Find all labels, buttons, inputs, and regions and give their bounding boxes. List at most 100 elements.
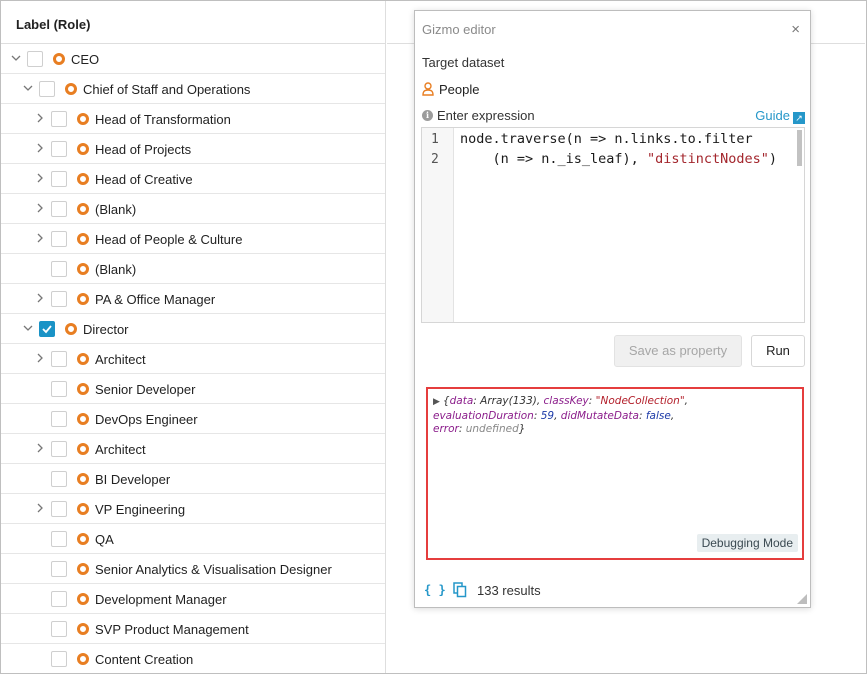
- chevron-right-icon[interactable]: [35, 443, 45, 453]
- chevron-right-icon[interactable]: [35, 353, 45, 363]
- debugging-mode-badge[interactable]: Debugging Mode: [696, 534, 798, 552]
- node-ring-icon: [77, 233, 89, 245]
- guide-link[interactable]: Guide ↗: [755, 108, 805, 124]
- code-line[interactable]: node.traverse(n => n.links.to.filter: [460, 131, 753, 147]
- tree-row[interactable]: Senior Analytics & Visualisation Designe…: [1, 554, 385, 584]
- node-ring-icon: [77, 503, 89, 515]
- row-checkbox[interactable]: [51, 351, 67, 367]
- row-checkbox[interactable]: [51, 441, 67, 457]
- chevron-down-icon[interactable]: [23, 323, 33, 333]
- tree-row-label: Senior Developer: [95, 382, 196, 397]
- tree-row[interactable]: (Blank): [1, 194, 385, 224]
- tree-row-label: SVP Product Management: [95, 622, 249, 637]
- tree-row[interactable]: Architect: [1, 434, 385, 464]
- row-checkbox[interactable]: [51, 171, 67, 187]
- expression-row: i Enter expression Guide ↗: [422, 107, 805, 125]
- close-icon[interactable]: ×: [791, 21, 800, 38]
- tree-row[interactable]: Development Manager: [1, 584, 385, 614]
- row-checkbox[interactable]: [51, 261, 67, 277]
- tree-row[interactable]: Head of Projects: [1, 134, 385, 164]
- tree-row[interactable]: (Blank): [1, 254, 385, 284]
- tree-row-label: Head of Projects: [95, 142, 192, 157]
- tree-row[interactable]: QA: [1, 524, 385, 554]
- node-ring-icon: [77, 143, 89, 155]
- chevron-right-icon[interactable]: [35, 173, 45, 183]
- tree-row[interactable]: SVP Product Management: [1, 614, 385, 644]
- tree-row[interactable]: Head of Transformation: [1, 104, 385, 134]
- tree-row-label: (Blank): [95, 202, 137, 217]
- row-checkbox[interactable]: [51, 231, 67, 247]
- enter-expression-label: Enter expression: [437, 108, 535, 123]
- chevron-right-icon[interactable]: [35, 143, 45, 153]
- row-checkbox[interactable]: [51, 381, 67, 397]
- tree-row[interactable]: Director: [1, 314, 385, 344]
- resize-handle[interactable]: [797, 594, 807, 604]
- chevron-right-icon[interactable]: [35, 113, 45, 123]
- row-checkbox[interactable]: [51, 141, 67, 157]
- row-checkbox[interactable]: [39, 81, 55, 97]
- row-checkbox[interactable]: [51, 561, 67, 577]
- tree-row[interactable]: VP Engineering: [1, 494, 385, 524]
- tree-row-label: Chief of Staff and Operations: [83, 82, 251, 97]
- console-result-object[interactable]: ▶ {data: Array(133), classKey: "NodeColle…: [433, 395, 795, 437]
- debug-console-output: ▶ {data: Array(133), classKey: "NodeColle…: [426, 387, 804, 560]
- node-ring-icon: [77, 563, 89, 575]
- tree-rows: CEO Chief of Staff and Operations Head of …: [1, 44, 385, 673]
- target-dataset-label: Target dataset: [422, 55, 505, 70]
- code-line[interactable]: (n => n._is_leaf), "distinctNodes"): [460, 151, 778, 167]
- row-checkbox[interactable]: [27, 51, 43, 67]
- node-ring-icon: [77, 203, 89, 215]
- tree-row-label: VP Engineering: [95, 502, 186, 517]
- chevron-right-icon[interactable]: [35, 293, 45, 303]
- row-checkbox[interactable]: [51, 411, 67, 427]
- node-ring-icon: [77, 173, 89, 185]
- dataset-name: People: [439, 82, 480, 97]
- column-header-label-role[interactable]: Label (Role): [1, 1, 385, 44]
- run-button[interactable]: Run: [751, 335, 805, 367]
- tree-row[interactable]: Head of People & Culture: [1, 224, 385, 254]
- chevron-right-icon[interactable]: [35, 503, 45, 513]
- tree-row-label: Head of People & Culture: [95, 232, 243, 247]
- tree-row[interactable]: Architect: [1, 344, 385, 374]
- line-number: 2: [431, 152, 439, 167]
- gizmo-editor-panel: Gizmo editor × Target dataset People i E…: [414, 10, 811, 608]
- tree-row[interactable]: Content Creation: [1, 644, 385, 673]
- row-checkbox[interactable]: [51, 471, 67, 487]
- tree-row[interactable]: Head of Creative: [1, 164, 385, 194]
- node-ring-icon: [77, 653, 89, 665]
- tree-row[interactable]: DevOps Engineer: [1, 404, 385, 434]
- node-ring-icon: [53, 53, 65, 65]
- node-ring-icon: [65, 83, 77, 95]
- row-checkbox[interactable]: [51, 621, 67, 637]
- tree-row[interactable]: Chief of Staff and Operations: [1, 74, 385, 104]
- tree-row[interactable]: Senior Developer: [1, 374, 385, 404]
- editor-scrollbar[interactable]: [797, 130, 802, 166]
- node-ring-icon: [77, 473, 89, 485]
- row-checkbox[interactable]: [51, 591, 67, 607]
- chevron-down-icon[interactable]: [11, 53, 21, 63]
- node-ring-icon: [65, 323, 77, 335]
- row-checkbox[interactable]: [39, 321, 55, 337]
- row-checkbox[interactable]: [51, 531, 67, 547]
- chevron-right-icon[interactable]: [35, 203, 45, 213]
- node-ring-icon: [77, 413, 89, 425]
- chevron-right-icon[interactable]: [35, 233, 45, 243]
- row-checkbox[interactable]: [51, 501, 67, 517]
- tree-row[interactable]: CEO: [1, 44, 385, 74]
- row-checkbox[interactable]: [51, 201, 67, 217]
- row-checkbox[interactable]: [51, 111, 67, 127]
- save-as-property-button[interactable]: Save as property: [614, 335, 742, 367]
- code-editor[interactable]: 1 2 node.traverse(n => n.links.to.filter…: [421, 127, 805, 323]
- tree-row-label: DevOps Engineer: [95, 412, 198, 427]
- tree-row[interactable]: BI Developer: [1, 464, 385, 494]
- row-checkbox[interactable]: [51, 651, 67, 667]
- code-braces-icon[interactable]: { }: [424, 583, 446, 597]
- tree-row-label: Architect: [95, 352, 146, 367]
- row-checkbox[interactable]: [51, 291, 67, 307]
- node-ring-icon: [77, 293, 89, 305]
- line-number: 1: [431, 132, 439, 147]
- tree-row[interactable]: PA & Office Manager: [1, 284, 385, 314]
- info-icon: i: [422, 110, 433, 121]
- copy-icon[interactable]: [453, 582, 467, 598]
- chevron-down-icon[interactable]: [23, 83, 33, 93]
